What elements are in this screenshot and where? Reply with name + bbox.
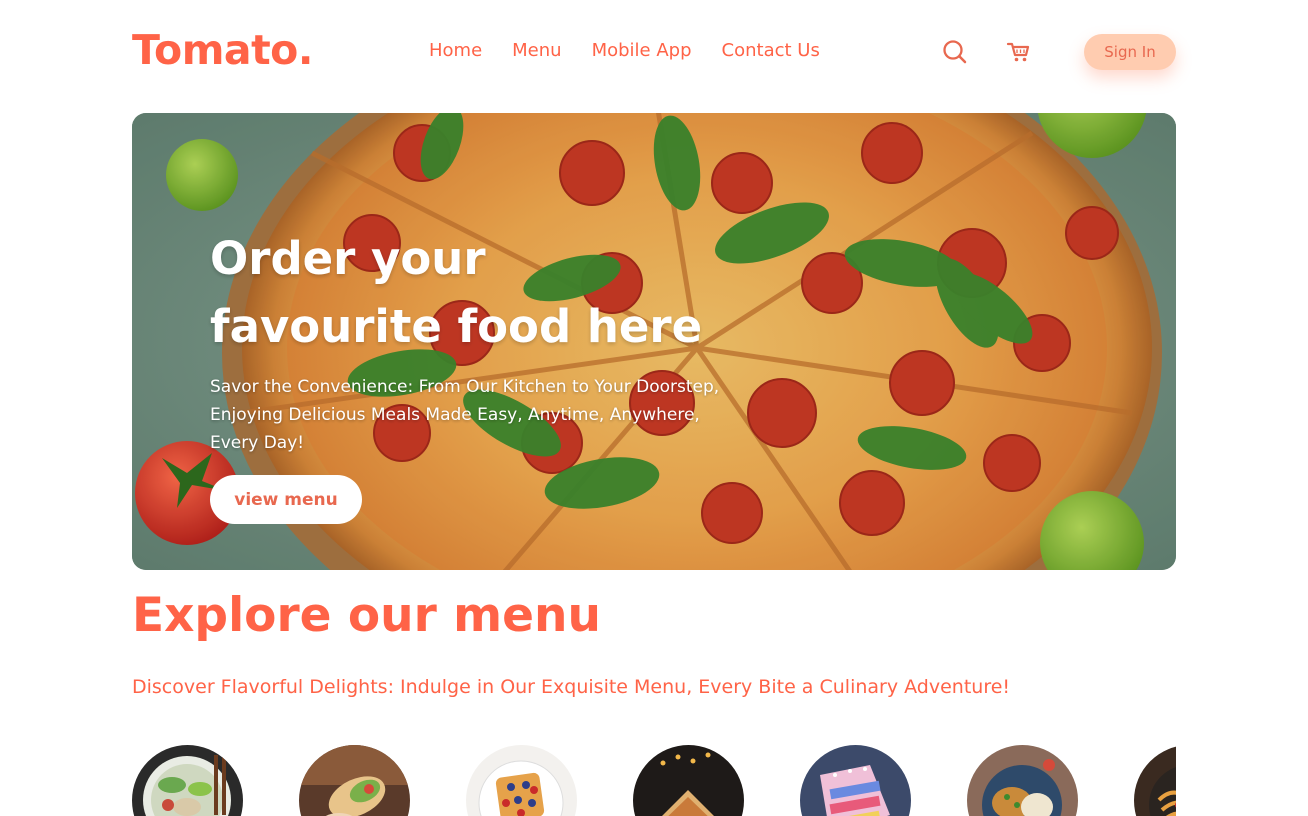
cart-icon[interactable] — [1006, 39, 1032, 65]
hero-title: Order your favourite food here — [210, 225, 710, 361]
pasta-image — [1134, 745, 1176, 816]
hero-title-line-2: favourite food here — [210, 300, 703, 353]
nav-menu: Home Menu Mobile App Contact Us — [429, 40, 820, 61]
menu-item-pure-veg[interactable] — [967, 745, 1078, 816]
sandwich-image — [633, 745, 744, 816]
menu-item-rolls[interactable] — [299, 745, 410, 816]
logo[interactable]: Tomato. — [132, 26, 313, 74]
dessert-waffle-image — [466, 745, 577, 816]
nav-item-mobile-app[interactable]: Mobile App — [592, 40, 692, 61]
nav-item-home[interactable]: Home — [429, 40, 482, 61]
pure-veg-image — [967, 745, 1078, 816]
explore-menu-description: Discover Flavorful Delights: Indulge in … — [132, 676, 1011, 698]
rolls-image — [299, 745, 410, 816]
view-menu-button[interactable]: view menu — [210, 475, 362, 524]
sign-in-button[interactable]: Sign In — [1084, 34, 1176, 70]
cake-image — [800, 745, 911, 816]
menu-item-pasta[interactable] — [1134, 745, 1176, 816]
nav-right: Sign In — [942, 34, 1176, 70]
nav-item-menu[interactable]: Menu — [512, 40, 561, 61]
hero-banner: Order your favourite food here Savor the… — [132, 113, 1176, 570]
salad-image — [132, 745, 243, 816]
menu-item-salad[interactable] — [132, 745, 243, 816]
menu-item-dessert[interactable] — [466, 745, 577, 816]
search-icon[interactable] — [942, 39, 968, 65]
hero-description: Savor the Convenience: From Our Kitchen … — [210, 377, 720, 453]
menu-item-cake[interactable] — [800, 745, 911, 816]
navbar: Tomato. Home Menu Mobile App Contact Us … — [132, 22, 1176, 82]
explore-menu-list — [132, 745, 1176, 816]
hero-title-line-1: Order your — [210, 232, 486, 285]
explore-menu-title: Explore our menu — [132, 588, 601, 643]
nav-item-contact-us[interactable]: Contact Us — [722, 40, 820, 61]
menu-item-sandwich[interactable] — [633, 745, 744, 816]
